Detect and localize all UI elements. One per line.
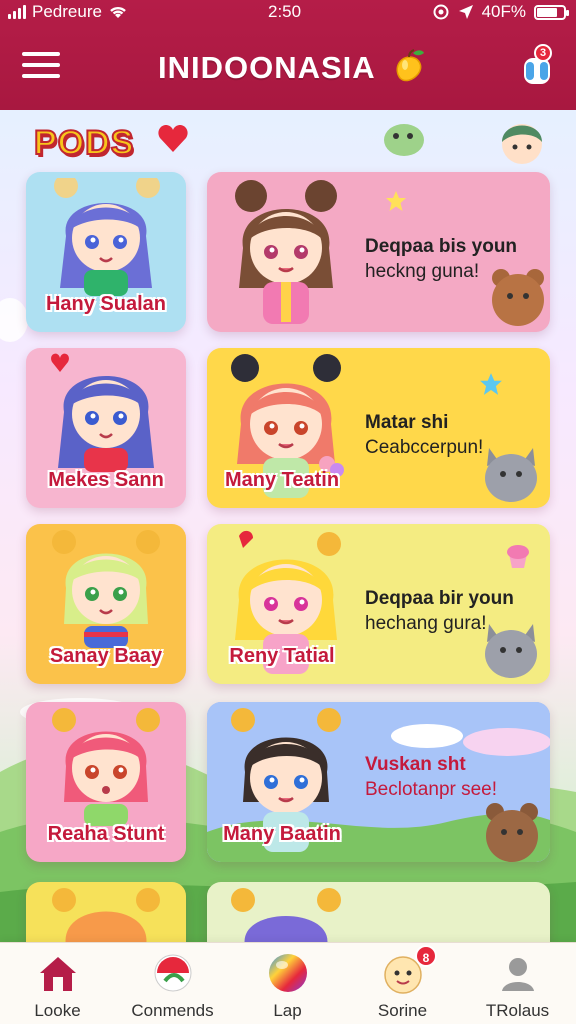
ball-icon bbox=[269, 954, 307, 992]
comments-icon bbox=[154, 954, 192, 992]
app-header: INIDOONASIA 3 bbox=[0, 26, 576, 110]
character-name: Reny Tatial bbox=[229, 645, 335, 667]
character-avatar bbox=[231, 888, 341, 942]
message-card[interactable] bbox=[207, 882, 550, 942]
character-card[interactable]: Sanay Baay bbox=[26, 524, 186, 684]
star-icon bbox=[386, 191, 406, 211]
cupcake-decoration bbox=[507, 545, 529, 568]
alarm-icon bbox=[433, 4, 449, 20]
section-badge: PODS bbox=[33, 123, 135, 163]
character-name: Mekes Sann bbox=[48, 469, 164, 491]
app-title: INIDOONASIA bbox=[158, 50, 376, 85]
nav-label: Looke bbox=[34, 1001, 81, 1020]
mango-icon bbox=[396, 49, 424, 82]
character-name: Hany Sualan bbox=[45, 293, 167, 315]
battery-icon bbox=[534, 4, 569, 20]
nav-label: Sorine bbox=[377, 1001, 428, 1020]
bottom-navigation: Looke Conmends Lap 8 Sorine TRolaus bbox=[0, 942, 576, 1024]
character-card[interactable]: Hany Sualan bbox=[26, 172, 186, 332]
nav-badge: 8 bbox=[415, 945, 437, 967]
character-avatar bbox=[54, 178, 160, 296]
nav-label: Lap bbox=[273, 1001, 302, 1020]
carrier-name: Pedreure bbox=[32, 2, 102, 21]
profile-icon bbox=[502, 958, 534, 991]
wifi-icon bbox=[110, 6, 126, 18]
character-card[interactable]: Mekes Sann bbox=[26, 348, 186, 508]
nav-item-home[interactable]: Looke bbox=[0, 943, 115, 1024]
status-left: Pedreure bbox=[8, 2, 128, 22]
nav-item-profile[interactable]: TRolaus bbox=[460, 943, 575, 1024]
message-line-2: heckng guna! bbox=[365, 261, 480, 282]
signal-icon bbox=[8, 5, 26, 19]
status-time: 2:50 bbox=[268, 2, 302, 21]
app-header-bar: Pedreure 2:50 40F% INIDOONASIA 3 bbox=[0, 0, 576, 110]
menu-icon[interactable] bbox=[22, 52, 60, 82]
star-icon bbox=[480, 373, 502, 395]
cat-decoration bbox=[485, 624, 537, 678]
character-name: Many Teatin bbox=[224, 469, 340, 491]
nav-item-comments[interactable]: Conmends bbox=[115, 943, 230, 1024]
message-text: Vuskan sht Beclotanpr see! bbox=[365, 752, 545, 802]
character-name: Reaha Stunt bbox=[47, 823, 165, 845]
message-line-2: hechang gura! bbox=[365, 613, 487, 634]
nav-label: Conmends bbox=[131, 1001, 214, 1020]
message-card[interactable]: Vuskan sht Beclotanpr see! Many Baatin bbox=[207, 702, 550, 862]
character-avatar bbox=[51, 353, 154, 472]
card-feed[interactable]: PODS Hany Sualan Deqpaa bis youn heckng … bbox=[0, 110, 576, 942]
character-avatar bbox=[52, 530, 160, 648]
status-right: 40F% bbox=[432, 2, 569, 22]
home-icon bbox=[40, 957, 76, 991]
message-card[interactable]: Deqpaa bis youn heckng guna! bbox=[207, 172, 550, 332]
notification-button[interactable]: 3 bbox=[520, 44, 554, 88]
message-card[interactable]: Deqpaa bir youn hechang gura! Reny Tatia… bbox=[207, 524, 550, 684]
status-bar: Pedreure 2:50 40F% bbox=[0, 0, 576, 26]
message-line-1: Deqpaa bis youn bbox=[365, 236, 518, 257]
character-name: Many Baatin bbox=[223, 823, 341, 845]
bear-decoration bbox=[486, 803, 538, 862]
battery-level bbox=[537, 7, 557, 17]
message-line-2: Beclotanpr see! bbox=[365, 779, 498, 800]
character-card[interactable]: Reaha Stunt bbox=[26, 702, 186, 862]
nav-item-lap[interactable]: Lap bbox=[230, 943, 345, 1024]
cat-decoration bbox=[485, 448, 537, 502]
bear-decoration bbox=[492, 269, 544, 326]
battery-percent: 40F% bbox=[481, 2, 526, 21]
boy-decoration bbox=[502, 124, 542, 164]
character-card[interactable] bbox=[26, 882, 186, 942]
message-line-1: Vuskan sht bbox=[365, 754, 466, 775]
character-name: Sanay Baay bbox=[49, 645, 163, 667]
notification-badge: 3 bbox=[534, 44, 552, 62]
frog-decoration bbox=[384, 124, 424, 156]
character-avatar bbox=[52, 708, 160, 826]
heart-icon bbox=[158, 125, 188, 152]
message-card[interactable]: Matar shi Ceabccerpun! Many Teatin bbox=[207, 348, 550, 508]
nav-label: TRolaus bbox=[485, 1001, 550, 1020]
character-avatar bbox=[52, 888, 160, 942]
nav-item-sorine[interactable]: 8 Sorine bbox=[345, 943, 460, 1024]
location-icon bbox=[458, 5, 473, 19]
message-line-2: Ceabccerpun! bbox=[365, 437, 484, 458]
message-line-1: Deqpaa bir youn bbox=[365, 588, 514, 609]
message-line-1: Matar shi bbox=[365, 412, 449, 433]
character-avatar bbox=[235, 180, 337, 324]
